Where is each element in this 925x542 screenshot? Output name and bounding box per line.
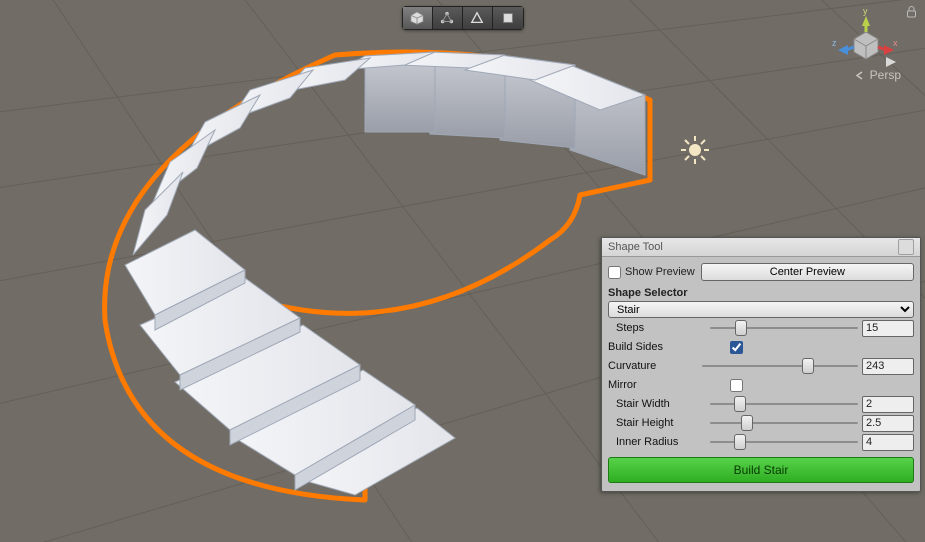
stair-width-label: Stair Width [608,398,706,410]
curved-stair-mesh[interactable] [45,40,685,510]
directional-light-gizmo[interactable] [680,135,710,165]
vertices-icon [440,11,454,25]
selection-mode-toolbar [402,6,524,30]
panel-options-button[interactable] [898,239,914,255]
curvature-slider[interactable] [702,359,858,373]
build-stair-button[interactable]: Build Stair [608,457,914,483]
curvature-value[interactable]: 243 [862,358,914,375]
stair-width-value[interactable]: 2 [862,396,914,413]
panel-header[interactable]: Shape Tool [602,238,920,257]
show-preview-label: Show Preview [625,266,695,278]
stair-height-slider[interactable] [710,416,858,430]
cube-icon [410,11,424,25]
steps-label: Steps [608,322,706,334]
shape-tool-panel: Shape Tool Show Preview Center Preview S… [601,237,921,492]
stair-width-slider[interactable] [710,397,858,411]
build-sides-label: Build Sides [608,341,698,353]
object-mode-button[interactable] [403,7,433,29]
edge-icon [470,11,484,25]
face-icon [501,11,515,25]
steps-slider[interactable] [710,321,858,335]
build-sides-checkbox[interactable] [730,341,743,354]
edge-mode-button[interactable] [463,7,493,29]
inner-radius-label: Inner Radius [608,436,706,448]
shape-selector-heading: Shape Selector [608,287,914,299]
projection-text: Persp [870,68,901,82]
face-mode-button[interactable] [493,7,523,29]
inner-radius-value[interactable]: 4 [862,434,914,451]
lock-icon[interactable] [906,6,917,21]
shape-selector-dropdown[interactable]: Stair [608,301,914,318]
center-preview-button[interactable]: Center Preview [701,263,914,281]
chevron-left-icon [855,71,866,80]
show-preview-checkbox[interactable] [608,266,621,279]
curvature-label: Curvature [608,360,698,372]
vertex-mode-button[interactable] [433,7,463,29]
mirror-checkbox[interactable] [730,379,743,392]
stair-height-label: Stair Height [608,417,706,429]
inner-radius-slider[interactable] [710,435,858,449]
mirror-label: Mirror [608,379,698,391]
stair-height-value[interactable]: 2.5 [862,415,914,432]
steps-value[interactable]: 15 [862,320,914,337]
panel-title: Shape Tool [608,241,663,253]
projection-label[interactable]: Persp [855,68,901,82]
